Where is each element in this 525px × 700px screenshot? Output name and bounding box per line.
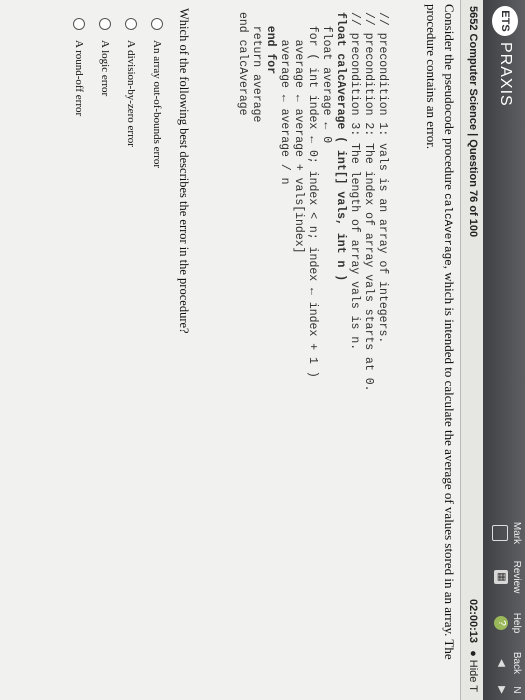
code-line: return average [250, 12, 263, 123]
procedure-name: calcAverage [441, 193, 453, 266]
hide-timer-icon[interactable]: ● [467, 650, 479, 657]
code-line: end for [264, 12, 277, 75]
praxis-logo-text: PRAXIS [497, 42, 514, 107]
code-line: // precondition 3: The length of array v… [348, 12, 361, 351]
back-arrow-icon: ◀ [496, 659, 507, 667]
answer-option-label: A division-by-zero error [125, 40, 137, 147]
hide-timer-button[interactable]: Hide T [467, 660, 479, 692]
next-label: N [511, 686, 522, 694]
timer: 02:00:13 [467, 598, 479, 644]
question-counter: 5652 Computer Science | Question 76 of 1… [467, 6, 479, 238]
answer-option-c[interactable]: A logic error [96, 18, 114, 664]
answer-option-b[interactable]: A division-by-zero error [122, 18, 140, 664]
timer-area: 02:00:13 ● Hide T [467, 599, 479, 692]
help-button[interactable]: Help ? [486, 606, 522, 640]
radio-button[interactable] [151, 18, 163, 30]
code-line: end calcAverage [236, 12, 249, 116]
code-line: average ← average / n [278, 12, 291, 185]
question-prompt: Which of the following best describes th… [177, 8, 191, 334]
code-line: average ← average + vals[index] [292, 12, 305, 254]
code-line: for ( int index ← 0; index < n; index ← … [306, 12, 319, 378]
code-line: // precondition 2: The index of array va… [362, 12, 375, 392]
code-line: // precondition 1: vals is an array of i… [376, 12, 389, 344]
checkbox-icon [492, 525, 508, 541]
answer-option-label: A logic error [99, 40, 111, 97]
answer-option-label: An array out-of-bounds error [151, 40, 163, 168]
mark-label: Mark [511, 521, 522, 545]
code-line: float average ← 0 [320, 12, 333, 144]
answer-option-a[interactable]: An array out-of-bounds error [148, 18, 166, 664]
next-button[interactable]: N ▶ [486, 680, 522, 700]
help-label: Help [511, 612, 522, 634]
exam-screen: ETS PRAXIS Mark Review ▦ Help ? Back ◀ N… [0, 0, 525, 700]
review-button[interactable]: Review ▦ [486, 560, 522, 594]
ets-logo: ETS [492, 6, 518, 36]
review-icon: ▦ [494, 570, 508, 584]
question-content: Consider the pseudocode procedure calcAv… [70, 4, 457, 664]
radio-button[interactable] [125, 18, 137, 30]
answer-options: An array out-of-bounds error A division-… [70, 18, 166, 664]
code-line: float calcAverage ( int[] vals, int n ) [334, 12, 347, 282]
back-label: Back [511, 651, 522, 675]
question-info-bar: 5652 Computer Science | Question 76 of 1… [460, 0, 483, 700]
mark-button[interactable]: Mark [486, 516, 522, 550]
radio-button[interactable] [73, 18, 85, 30]
pseudocode-block: // precondition 1: vals is an array of i… [235, 12, 389, 664]
review-label: Review [511, 560, 522, 594]
back-button[interactable]: Back ◀ [486, 646, 522, 680]
question-intro: Consider the pseudocode procedure calcAv… [424, 4, 457, 660]
radio-button[interactable] [99, 18, 111, 30]
answer-option-d[interactable]: A round-off error [70, 18, 88, 664]
top-toolbar: ETS PRAXIS Mark Review ▦ Help ? Back ◀ N… [483, 0, 525, 700]
answer-option-label: A round-off error [73, 40, 85, 117]
next-arrow-icon: ▶ [496, 686, 507, 694]
help-icon: ? [494, 616, 508, 630]
